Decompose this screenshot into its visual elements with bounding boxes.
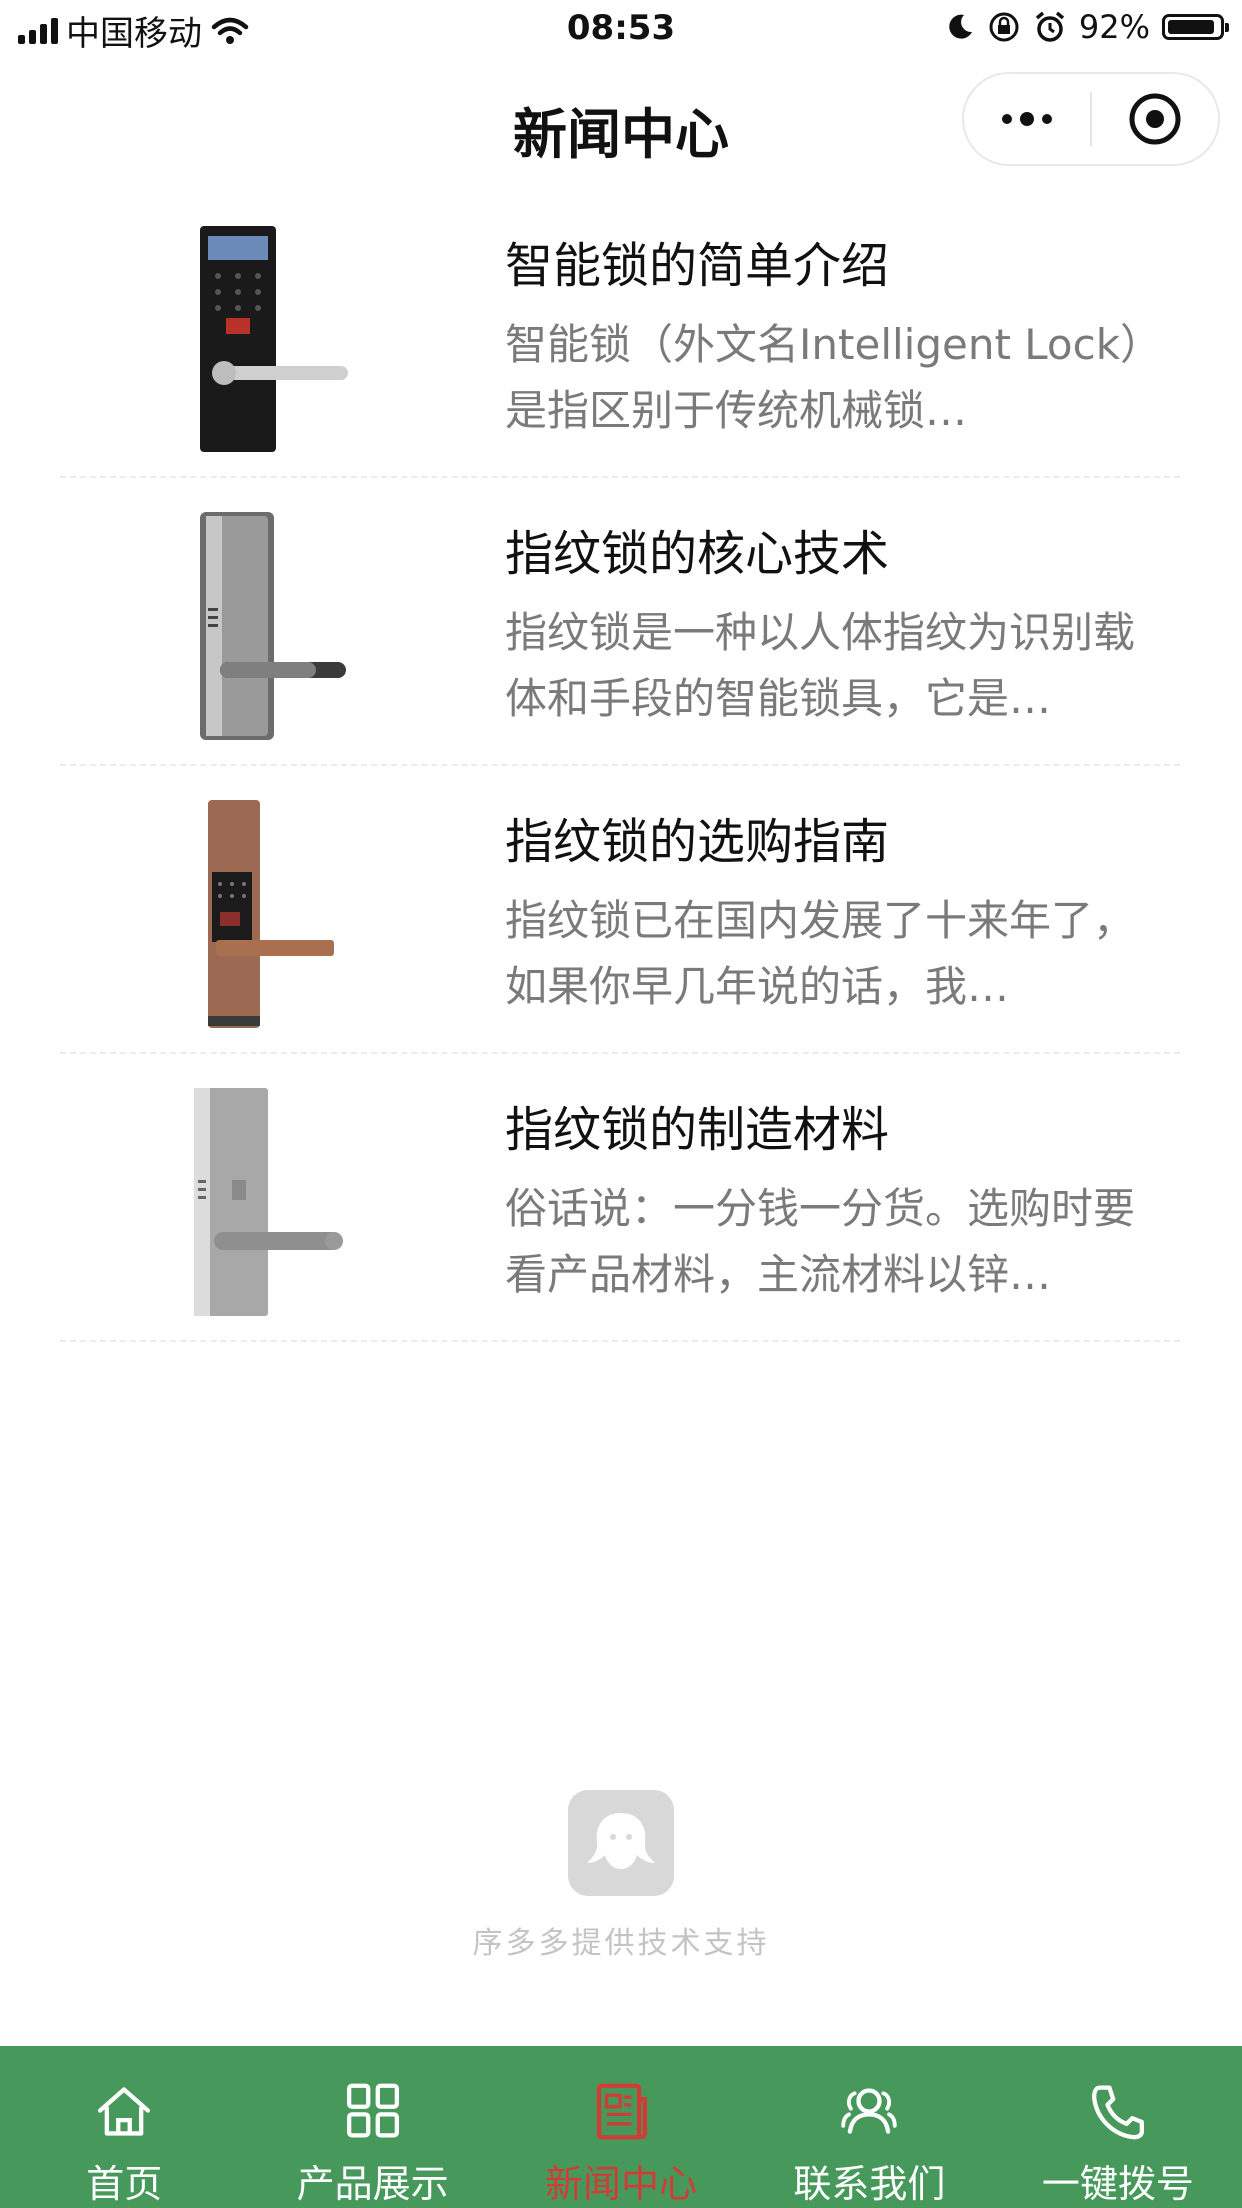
- close-button[interactable]: [1092, 74, 1218, 164]
- tab-home[interactable]: 首页: [0, 2046, 248, 2208]
- tab-contact[interactable]: 联系我们: [745, 2046, 993, 2208]
- tech-support: 序多多提供技术支持: [0, 1790, 1242, 1962]
- news-summary: 指纹锁已在国内发展了十来年了，如果你早几年说的话，我…: [505, 896, 1136, 1011]
- lock-thumbnail-image: [200, 226, 348, 452]
- tab-label: 产品展示: [296, 2162, 449, 2206]
- news-title: 指纹锁的制造材料: [505, 1102, 890, 1158]
- lock-thumbnail-image: [194, 1088, 343, 1316]
- lock-thumbnail-image: [200, 512, 346, 740]
- news-title: 指纹锁的核心技术: [505, 526, 890, 582]
- news-summary: 智能锁（外文名Intelligent Lock）是指区别于传统机械锁…: [505, 320, 1142, 435]
- home-icon: [98, 2087, 151, 2136]
- more-button[interactable]: [964, 74, 1090, 164]
- news-text: 指纹锁的制造材料 俗话说：一分钱一分货。选购时要看产品材料，主流材料以锌…: [505, 1100, 1145, 1308]
- tech-support-text: 序多多提供技术支持: [472, 1926, 770, 1961]
- news-text: 指纹锁的核心技术 指纹锁是一种以人体指纹为识别载体和手段的智能锁具，它是…: [505, 524, 1145, 732]
- battery-icon: [1162, 14, 1229, 40]
- news-item[interactable]: 智能锁的简单介绍 智能锁（外文名Intelligent Lock）是指区别于传统…: [60, 190, 1180, 478]
- tab-label: 首页: [86, 2162, 163, 2206]
- target-close-icon: [1129, 93, 1181, 145]
- news-icon: [596, 2083, 648, 2140]
- rotation-lock-icon: [989, 12, 1019, 42]
- moon-icon: [949, 14, 972, 39]
- news-item[interactable]: 指纹锁的制造材料 俗话说：一分钱一分货。选购时要看产品材料，主流材料以锌…: [60, 1054, 1180, 1342]
- battery-fill: [1168, 20, 1214, 34]
- news-summary: 指纹锁是一种以人体指纹为识别载体和手段的智能锁具，它是…: [505, 608, 1136, 723]
- news-summary: 俗话说：一分钱一分货。选购时要看产品材料，主流材料以锌…: [505, 1184, 1136, 1299]
- news-list: 智能锁的简单介绍 智能锁（外文名Intelligent Lock）是指区别于传统…: [60, 190, 1180, 1342]
- news-title: 智能锁的简单介绍: [505, 238, 890, 294]
- lock-thumbnail-image: [208, 800, 334, 1028]
- tab-news[interactable]: 新闻中心: [497, 2046, 745, 2208]
- tab-label: 联系我们: [793, 2162, 946, 2206]
- nav-bar: 新闻中心: [0, 62, 1242, 180]
- octopus-logo-icon: [568, 1790, 674, 1896]
- phone-icon: [1091, 2085, 1144, 2140]
- grid-icon: [346, 2083, 399, 2138]
- alarm-icon: [1035, 11, 1064, 42]
- tab-label: 一键拨号: [1041, 2162, 1194, 2206]
- news-item[interactable]: 指纹锁的核心技术 指纹锁是一种以人体指纹为识别载体和手段的智能锁具，它是…: [60, 478, 1180, 766]
- mini-program-capsule: [962, 72, 1220, 166]
- more-dots-icon: [1002, 112, 1052, 126]
- tab-bar: 首页 产品展示 新闻中心 联系我们 一键拨号: [0, 2046, 1242, 2208]
- status-right: 92%: [945, 8, 1229, 46]
- news-title: 指纹锁的选购指南: [505, 814, 890, 870]
- news-text: 指纹锁的选购指南 指纹锁已在国内发展了十来年了，如果你早几年说的话，我…: [505, 812, 1145, 1020]
- tab-products[interactable]: 产品展示: [248, 2046, 496, 2208]
- tab-dial[interactable]: 一键拨号: [994, 2046, 1242, 2208]
- tab-label: 新闻中心: [545, 2162, 698, 2206]
- news-item[interactable]: 指纹锁的选购指南 指纹锁已在国内发展了十来年了，如果你早几年说的话，我…: [60, 766, 1180, 1054]
- status-bar: 中国移动 08:53 92%: [0, 0, 1242, 62]
- contacts-icon: [841, 2088, 898, 2134]
- battery-percent: 92%: [1078, 8, 1150, 46]
- news-text: 智能锁的简单介绍 智能锁（外文名Intelligent Lock）是指区别于传统…: [505, 236, 1145, 444]
